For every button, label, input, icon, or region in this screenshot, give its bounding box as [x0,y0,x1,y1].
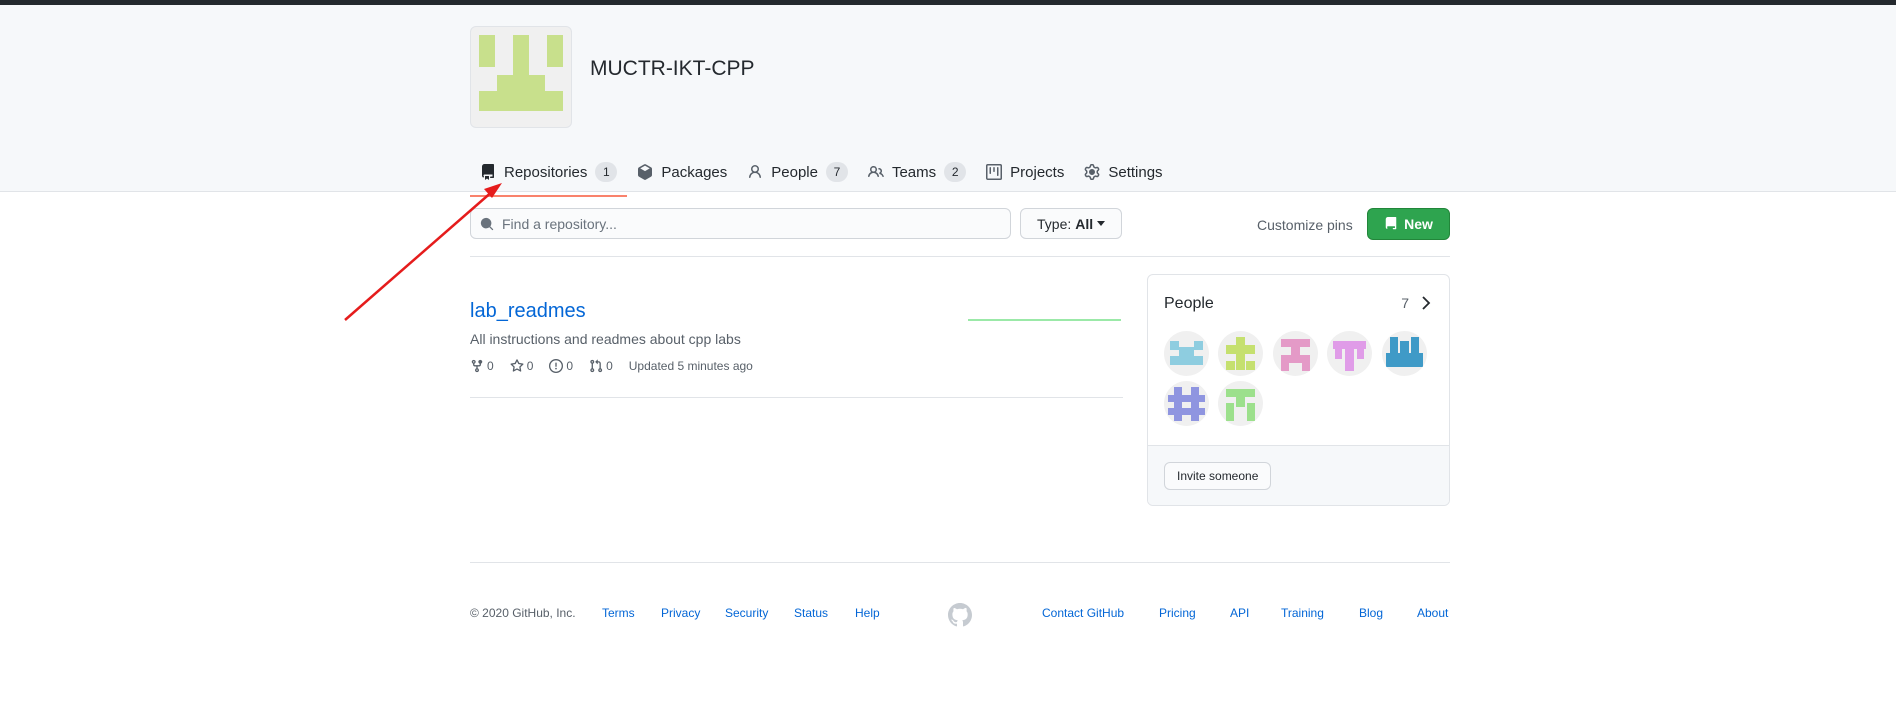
footer-link-api[interactable]: API [1230,606,1249,620]
people-footer: Invite someone [1148,445,1449,505]
avatar[interactable] [1272,331,1318,376]
org-header: MUCTR-IKT-CPP Repositories 1 Packages Pe… [0,5,1896,197]
avatar[interactable] [1381,331,1427,376]
tab-people[interactable]: People 7 [737,153,858,191]
footer-link-pricing[interactable]: Pricing [1159,606,1196,620]
fork-icon [471,359,483,373]
invite-someone-button[interactable]: Invite someone [1164,462,1272,490]
new-button-label: New [1404,216,1433,232]
footer-link-blog[interactable]: Blog [1359,606,1383,620]
stars-count: 0 [526,359,534,373]
avatar[interactable] [1218,381,1264,426]
footer-link-help[interactable]: Help [855,606,880,620]
footer-link-terms[interactable]: Terms [602,606,635,620]
people-title[interactable]: People [1164,295,1214,313]
footer-link-security[interactable]: Security [725,606,768,620]
avatar[interactable] [1218,331,1264,376]
tab-label: Projects [1010,163,1065,181]
type-filter-value: All [1075,215,1094,232]
gear-icon [1084,164,1100,180]
repo-description: All instructions and readmes about cpp l… [470,331,741,347]
type-filter-label: Type: [1037,215,1072,232]
activity-sparkline [968,319,1121,321]
issue-icon [549,359,564,373]
footer-link-contact[interactable]: Contact GitHub [1042,606,1124,620]
org-name: MUCTR-IKT-CPP [590,57,755,80]
search-icon [480,217,494,230]
repo-meta: 0 0 0 0 Updated 5 minutes ago [470,359,1123,373]
repo-search[interactable] [470,208,1011,239]
tab-repositories[interactable]: Repositories 1 [470,153,628,197]
divider [470,397,1123,398]
copyright: © 2020 GitHub, Inc. [470,606,576,620]
repo-counter: 1 [595,162,618,182]
avatar[interactable] [1164,331,1209,376]
footer-link-training[interactable]: Training [1281,606,1324,620]
person-icon [749,165,762,179]
customize-pins-link[interactable]: Customize pins [1257,217,1353,233]
new-repo-button[interactable]: New [1367,208,1450,240]
tab-label: Settings [1108,163,1163,181]
tab-label: Teams [891,163,937,181]
tab-label: Repositories [504,163,588,181]
chevron-right-icon[interactable] [1421,296,1431,310]
pull-requests-count: 0 [606,359,613,373]
divider [470,562,1450,563]
people-icon [868,165,884,178]
repo-issues[interactable]: 0 [549,359,573,373]
repo-list-item: lab_readmes All instructions and readmes… [470,300,1123,373]
people-count: 7 [1401,295,1409,311]
caret-down-icon [1097,220,1106,226]
github-logo-icon[interactable] [948,603,972,627]
footer-link-about[interactable]: About [1417,606,1448,620]
tab-label: People [771,163,818,181]
avatar[interactable] [1327,331,1373,376]
star-icon [510,359,524,372]
tab-projects[interactable]: Projects [976,153,1074,191]
footer-link-privacy[interactable]: Privacy [661,606,700,620]
tab-label: Packages [661,163,728,181]
teams-counter: 2 [944,162,967,182]
type-filter-button[interactable]: Type: All [1020,208,1123,239]
project-icon [986,164,1003,180]
org-avatar[interactable] [470,26,572,128]
repo-forks[interactable]: 0 [470,359,494,373]
repo-icon [482,164,494,180]
people-counter: 7 [825,162,848,182]
tab-packages[interactable]: Packages [627,153,737,191]
avatar[interactable] [1164,381,1209,426]
pull-request-icon [590,359,603,373]
org-tabs: Repositories 1 Packages People 7 Teams 2… [470,153,1173,197]
repo-updated: Updated 5 minutes ago [628,359,753,373]
divider [470,256,1450,257]
footer-link-status[interactable]: Status [794,606,828,620]
forks-count: 0 [487,359,494,373]
member-avatars [1164,331,1434,431]
issues-count: 0 [566,359,574,373]
package-icon [638,164,653,180]
people-box: People 7 Invite someone [1147,274,1450,506]
page-footer: © 2020 GitHub, Inc. Terms Privacy Securi… [470,603,1450,627]
repo-search-input[interactable] [500,214,994,233]
repo-pull-requests[interactable]: 0 [589,359,613,373]
repo-stars[interactable]: 0 [510,359,534,373]
tab-teams[interactable]: Teams 2 [858,153,976,191]
tab-settings[interactable]: Settings [1074,153,1172,191]
repo-icon [1385,217,1397,230]
